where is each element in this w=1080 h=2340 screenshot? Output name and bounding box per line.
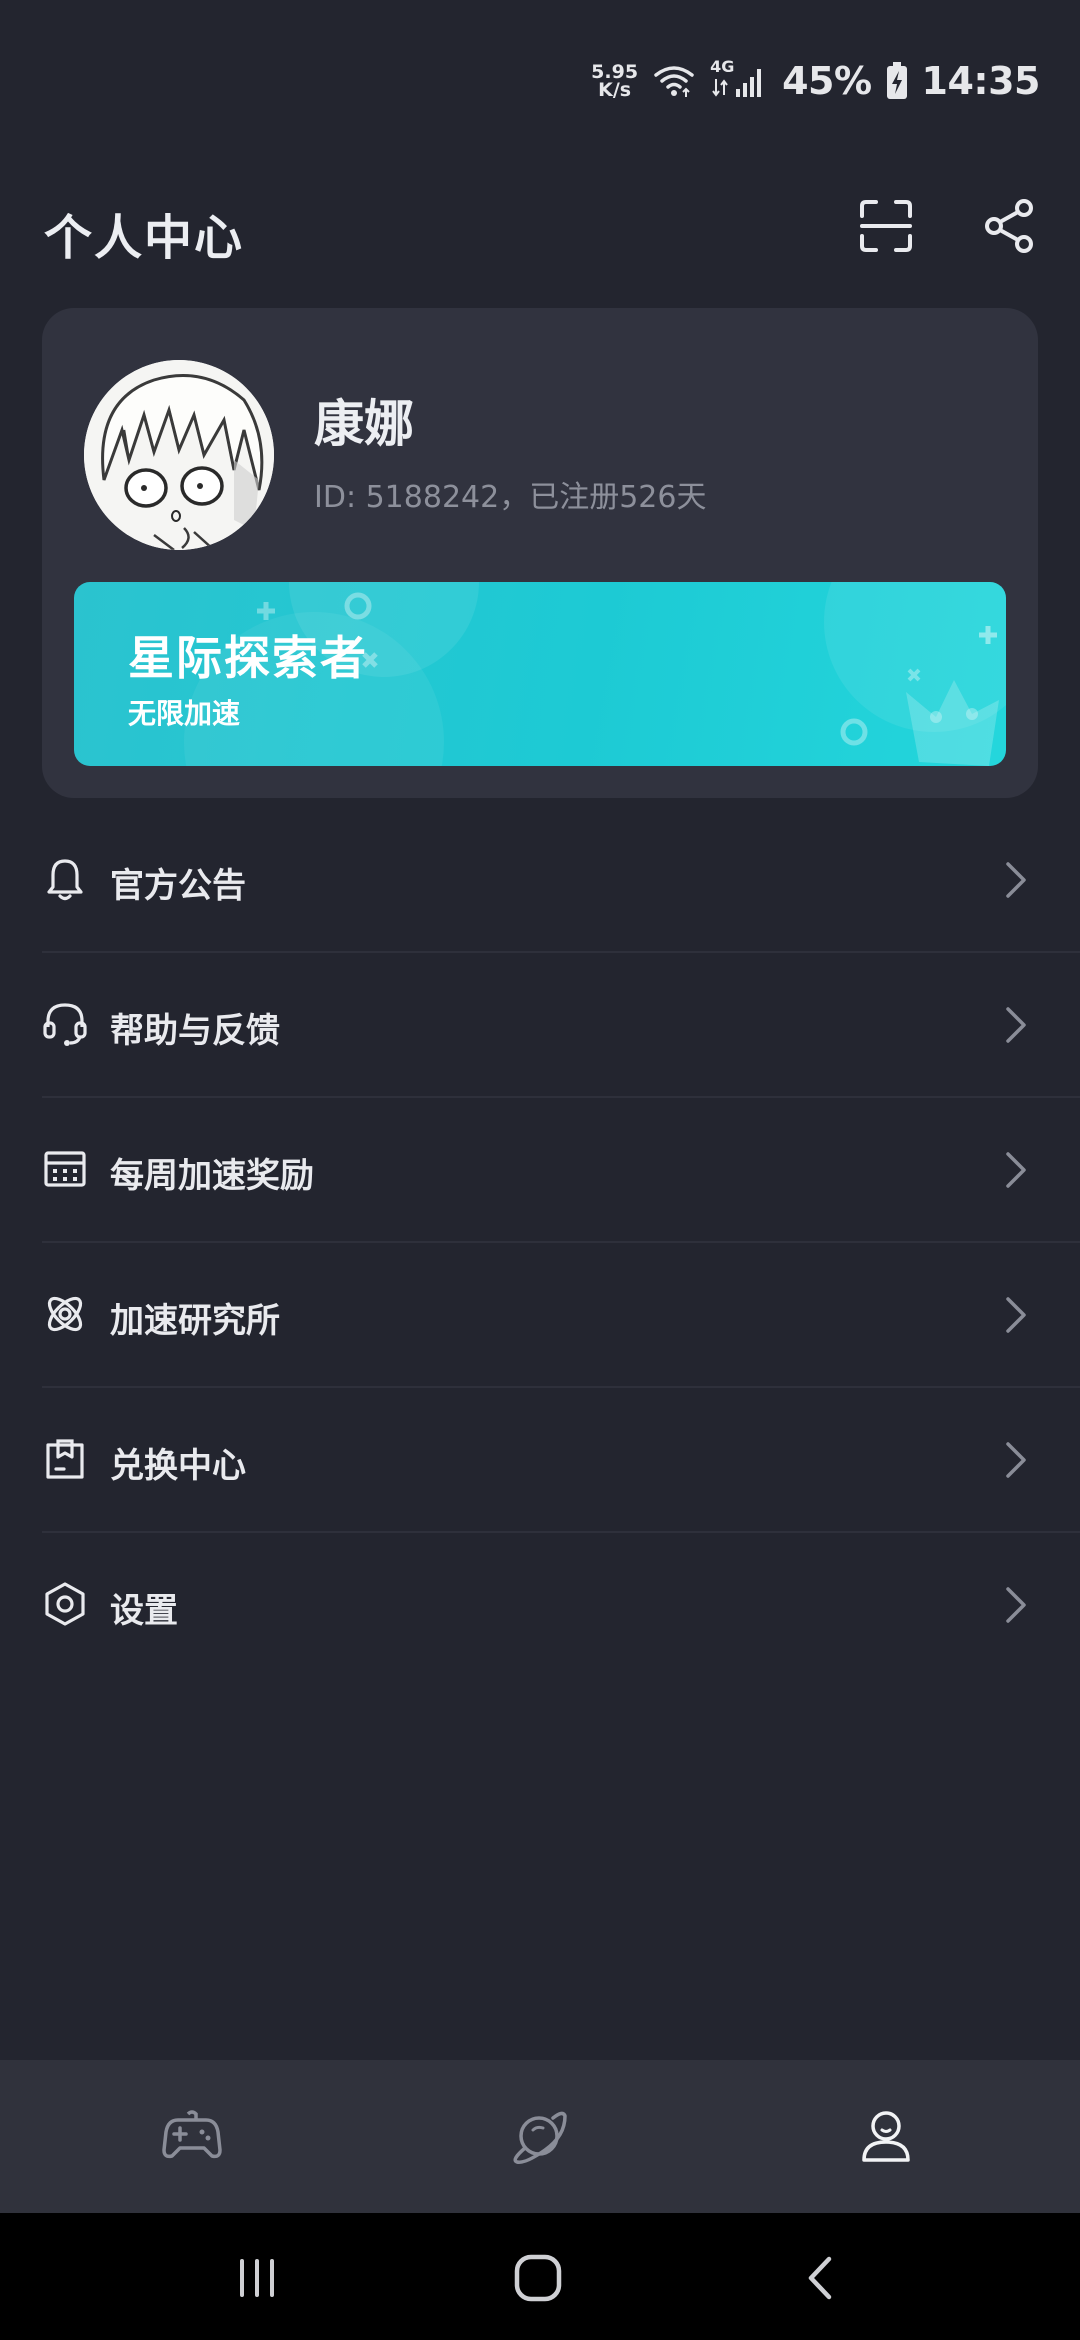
wifi-icon [652,63,696,99]
calendar-icon [40,1144,90,1194]
user-id-info: ID: 5188242，已注册526天 [314,480,707,515]
recent-apps-icon [240,2259,274,2297]
status-bar: 5.95 K/s 4G 45% 14:35 [0,0,1080,160]
tab-profile[interactable] [850,2100,922,2172]
user-name: 康娜 [314,395,414,453]
chevron-right-icon [1006,862,1026,898]
chevron-right-icon [1006,1587,1026,1623]
menu-list: 官方公告 帮助与反馈 每周加速奖励 加速研究所 兑换中心 设置 [0,808,1080,1678]
menu-item-label: 设置 [110,1591,178,1631]
gift-box-icon [40,1434,90,1484]
tab-games[interactable] [156,2100,228,2172]
battery-percentage: 45% [782,59,872,103]
signal-icon: 4G [710,57,768,99]
chevron-right-icon [1006,1152,1026,1188]
back-icon [808,2256,832,2300]
menu-item-label: 兑换中心 [110,1446,246,1486]
status-indicators: 5.95 K/s 4G 45% 14:35 [591,56,1040,106]
avatar[interactable] [84,360,274,550]
scan-button[interactable] [854,194,918,258]
network-speed: 5.95 K/s [591,63,638,101]
network-speed-unit: K/s [598,79,632,101]
menu-item-weekly-reward[interactable]: 每周加速奖励 [0,1098,1080,1243]
home-icon [514,2254,562,2302]
chevron-right-icon [1006,1442,1026,1478]
scan-icon [860,200,912,252]
page-title: 个人中心 [44,210,245,266]
share-icon [985,199,1033,253]
home-button[interactable] [503,2243,573,2313]
back-button[interactable] [786,2243,856,2313]
vip-subtitle: 无限加速 [128,697,241,730]
vip-title: 星际探索者 [128,631,368,685]
atom-icon [40,1289,90,1339]
chevron-right-icon [1006,1297,1026,1333]
share-button[interactable] [978,194,1042,258]
menu-item-label: 帮助与反馈 [110,1011,280,1051]
recent-apps-button[interactable] [222,2243,292,2313]
chevron-right-icon [1006,1007,1026,1043]
network-type-label: 4G [710,57,735,76]
gamepad-icon [162,2110,222,2159]
menu-item-announcements[interactable]: 官方公告 [0,808,1080,953]
bottom-tab-bar [0,2060,1080,2213]
bell-icon [40,854,90,904]
settings-hex-icon [40,1579,90,1629]
clock: 14:35 [921,59,1041,103]
menu-item-label: 加速研究所 [110,1301,280,1341]
user-icon [862,2111,910,2162]
battery-charging-icon [886,62,908,100]
vip-membership-banner[interactable]: 星际探索者 无限加速 [74,582,1006,766]
menu-item-research-lab[interactable]: 加速研究所 [0,1243,1080,1388]
system-navigation-bar [0,2213,1080,2340]
menu-item-settings[interactable]: 设置 [0,1533,1080,1678]
planet-icon [513,2111,567,2164]
menu-item-redeem-center[interactable]: 兑换中心 [0,1388,1080,1533]
headset-icon [40,999,90,1049]
tab-discover[interactable] [503,2100,575,2172]
header: 个人中心 [0,180,1080,270]
menu-item-help-feedback[interactable]: 帮助与反馈 [0,953,1080,1098]
profile-card[interactable]: 康娜 ID: 5188242，已注册526天 星际探索者 无限加速 [42,308,1038,798]
menu-item-label: 官方公告 [110,866,246,906]
menu-item-label: 每周加速奖励 [110,1156,314,1196]
